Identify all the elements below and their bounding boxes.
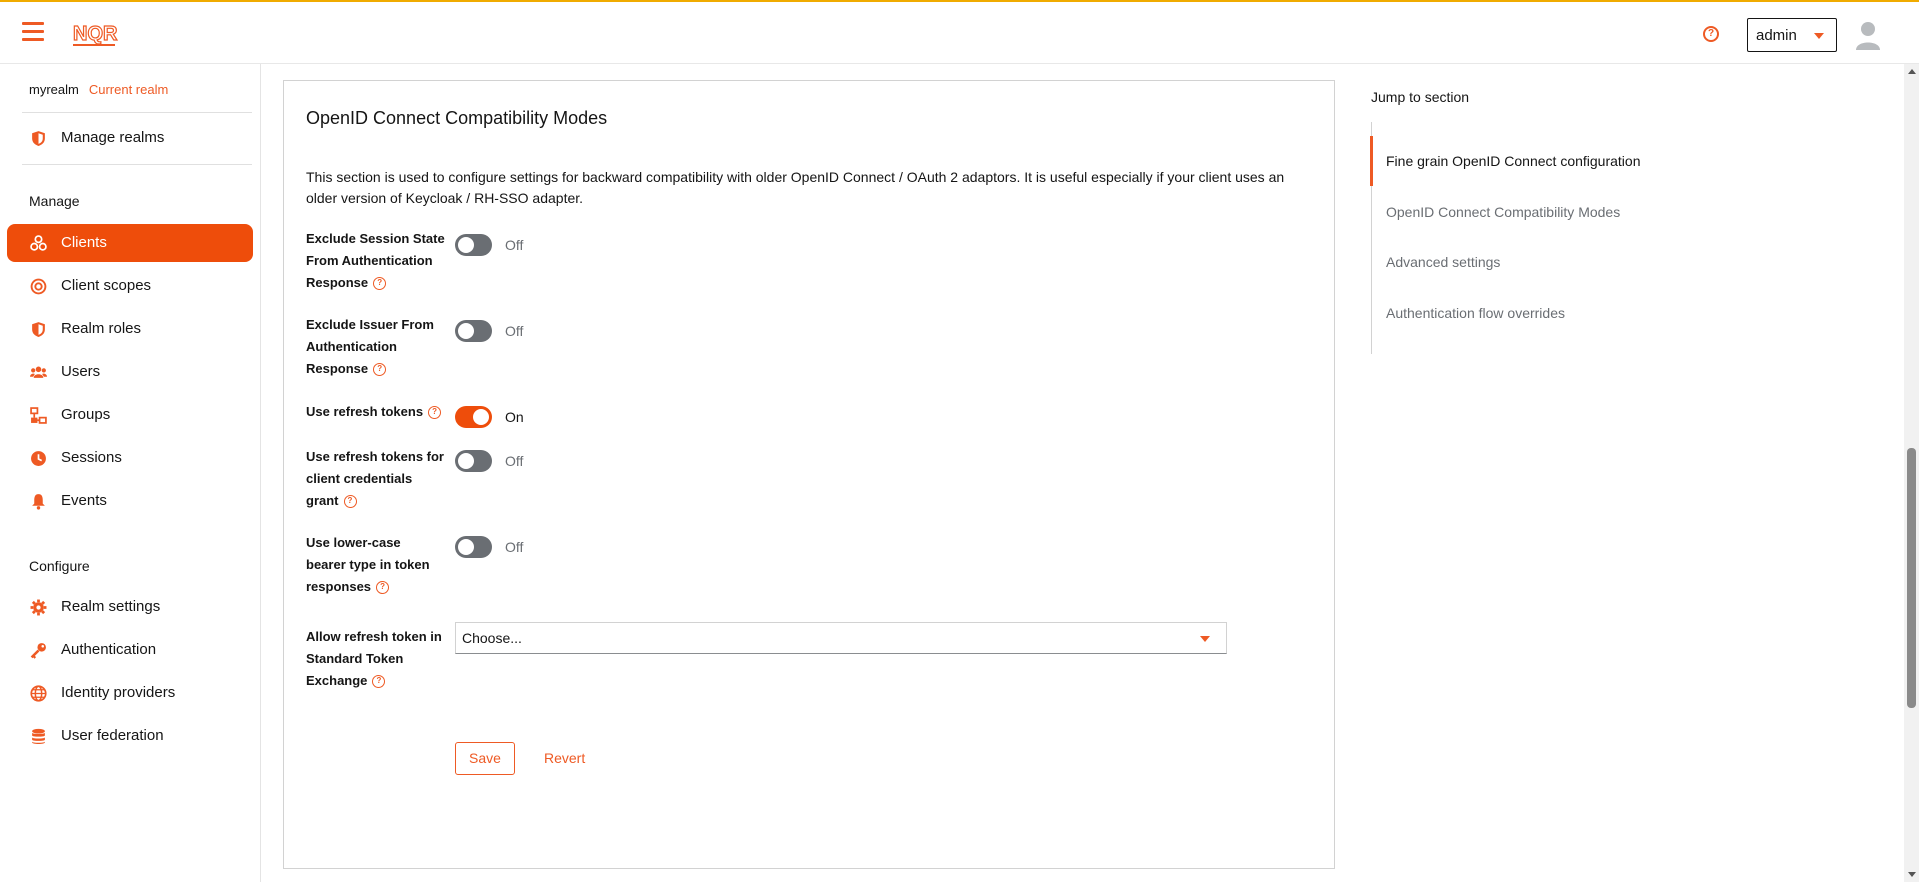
toggle-state-label: Off bbox=[505, 323, 524, 339]
field-label-allow-refresh-token-exchange: Allow refresh token in Standard Token Ex… bbox=[306, 629, 442, 689]
sidebar-item-user-federation[interactable]: User federation bbox=[7, 717, 253, 755]
sidebar-item-realm-roles[interactable]: Realm roles bbox=[7, 310, 253, 348]
divider bbox=[22, 112, 252, 113]
sidebar-item-users[interactable]: Users bbox=[7, 353, 253, 391]
sidebar-item-identity-providers[interactable]: Identity providers bbox=[7, 674, 253, 712]
configure-heading: Configure bbox=[29, 558, 90, 574]
events-icon bbox=[32, 494, 45, 510]
realm-name: myrealm bbox=[29, 82, 79, 97]
sidebar: myrealm Current realm Manage realms Manag… bbox=[0, 64, 261, 882]
toggle-exclude-issuer[interactable] bbox=[455, 320, 492, 342]
toggle-state-label: Off bbox=[505, 237, 524, 253]
manage-heading: Manage bbox=[29, 193, 80, 209]
save-button[interactable]: Save bbox=[455, 742, 515, 775]
active-indicator bbox=[1370, 136, 1373, 186]
select-value: Choose... bbox=[462, 630, 522, 646]
revert-button[interactable]: Revert bbox=[544, 750, 585, 766]
sidebar-item-label: Identity providers bbox=[61, 684, 176, 701]
sidebar-item-label: Client scopes bbox=[61, 277, 152, 294]
toggle-exclude-session-state[interactable] bbox=[455, 234, 492, 256]
toggle-lower-case-bearer[interactable] bbox=[455, 536, 492, 558]
help-icon[interactable]: ? bbox=[376, 581, 390, 595]
help-icon[interactable]: ? bbox=[373, 363, 387, 377]
jump-to-section-nav: Fine grain OpenID Connect configuration … bbox=[1370, 122, 1640, 354]
jump-link-auth-flow-overrides[interactable]: Authentication flow overrides bbox=[1386, 305, 1565, 321]
groups-icon bbox=[30, 407, 47, 424]
field-label-refresh-tokens-client-credentials: Use refresh tokens for client credential… bbox=[306, 449, 444, 509]
users-icon bbox=[30, 366, 47, 378]
toggle-state-label: Off bbox=[505, 539, 524, 555]
realm-roles-icon bbox=[32, 322, 45, 337]
client-scopes-icon bbox=[30, 278, 47, 295]
sidebar-item-label: Clients bbox=[61, 234, 107, 251]
sidebar-item-client-scopes[interactable]: Client scopes bbox=[7, 267, 253, 305]
vertical-scrollbar[interactable] bbox=[1904, 64, 1919, 882]
sidebar-item-label: Realm roles bbox=[61, 320, 142, 337]
sidebar-item-authentication[interactable]: Authentication bbox=[7, 631, 253, 669]
scroll-up-arrow-icon[interactable] bbox=[1908, 69, 1916, 74]
sidebar-item-label: Users bbox=[61, 363, 101, 380]
sidebar-item-clients[interactable]: Clients bbox=[7, 224, 253, 262]
sidebar-item-sessions[interactable]: Sessions bbox=[7, 439, 253, 477]
realm-selector[interactable]: myrealm Current realm bbox=[29, 82, 168, 97]
user-name: admin bbox=[1756, 27, 1797, 44]
user-avatar-icon[interactable] bbox=[1854, 20, 1882, 50]
chevron-down-icon bbox=[1200, 636, 1210, 642]
clients-icon bbox=[30, 235, 47, 251]
toggle-state-label: On bbox=[505, 409, 524, 425]
masthead: NQR ? admin bbox=[0, 0, 1919, 64]
sidebar-item-realm-settings[interactable]: Realm settings bbox=[7, 588, 253, 626]
sidebar-item-label: Authentication bbox=[61, 641, 157, 658]
field-label-exclude-issuer: Exclude Issuer From Authentication Respo… bbox=[306, 317, 434, 377]
chevron-down-icon bbox=[1814, 33, 1824, 39]
compatibility-modes-card: OpenID Connect Compatibility Modes This … bbox=[283, 80, 1335, 869]
sessions-icon bbox=[31, 451, 46, 466]
jump-link-compatibility-modes[interactable]: OpenID Connect Compatibility Modes bbox=[1386, 204, 1620, 220]
shield-icon bbox=[32, 131, 45, 146]
sidebar-item-manage-realms[interactable]: Manage realms bbox=[7, 119, 253, 157]
field-label-exclude-session-state: Exclude Session State From Authenticatio… bbox=[306, 231, 445, 291]
help-icon[interactable]: ? bbox=[1703, 26, 1719, 42]
sidebar-item-label: User federation bbox=[61, 727, 164, 744]
brand-logo[interactable]: NQR bbox=[70, 16, 120, 52]
svg-text:NQR: NQR bbox=[73, 23, 118, 45]
sidebar-item-label: Manage realms bbox=[61, 129, 165, 146]
sidebar-item-label: Events bbox=[61, 492, 107, 509]
jump-link-advanced-settings[interactable]: Advanced settings bbox=[1386, 254, 1500, 270]
field-label-use-refresh-tokens: Use refresh tokens? bbox=[306, 401, 456, 423]
toggle-state-label: Off bbox=[505, 453, 524, 469]
help-icon[interactable]: ? bbox=[428, 406, 442, 420]
toggle-refresh-tokens-client-credentials[interactable] bbox=[455, 450, 492, 472]
key-icon bbox=[30, 643, 46, 659]
scrollbar-thumb[interactable] bbox=[1907, 448, 1916, 708]
sidebar-item-label: Sessions bbox=[61, 449, 122, 466]
help-icon[interactable]: ? bbox=[373, 277, 387, 291]
user-dropdown[interactable]: admin bbox=[1747, 18, 1837, 52]
divider bbox=[22, 164, 252, 165]
sidebar-item-label: Realm settings bbox=[61, 598, 161, 615]
section-title: OpenID Connect Compatibility Modes bbox=[306, 108, 608, 128]
sidebar-item-label: Groups bbox=[61, 406, 111, 423]
section-description: This section is used to configure settin… bbox=[306, 169, 1285, 206]
allow-refresh-token-select[interactable]: Choose... bbox=[455, 622, 1227, 654]
sidebar-item-events[interactable]: Events bbox=[7, 482, 253, 520]
toggle-use-refresh-tokens[interactable] bbox=[455, 406, 492, 428]
jump-to-section-title: Jump to section bbox=[1371, 89, 1470, 105]
help-icon[interactable]: ? bbox=[372, 675, 386, 689]
gear-icon bbox=[30, 599, 47, 616]
scroll-down-arrow-icon[interactable] bbox=[1908, 872, 1916, 877]
help-icon[interactable]: ? bbox=[343, 495, 357, 509]
jump-link-fine-grain[interactable]: Fine grain OpenID Connect configuration bbox=[1386, 153, 1640, 169]
current-realm-badge: Current realm bbox=[88, 82, 169, 97]
field-label-lower-case-bearer: Use lower-case bearer type in token resp… bbox=[306, 535, 430, 595]
globe-icon bbox=[30, 685, 47, 702]
hamburger-menu-icon[interactable] bbox=[22, 22, 44, 42]
sidebar-item-groups[interactable]: Groups bbox=[7, 396, 253, 434]
database-icon bbox=[32, 728, 45, 744]
